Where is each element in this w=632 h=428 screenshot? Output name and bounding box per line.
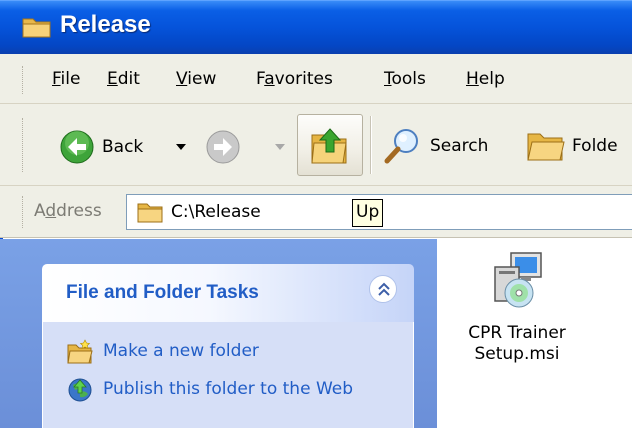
menu-edit[interactable]: Edit (107, 69, 140, 89)
folder-icon (137, 203, 163, 223)
standard-toolbar: Back Search Folde (0, 104, 632, 186)
chevron-up-icon (378, 282, 390, 296)
up-folder-icon (311, 128, 347, 164)
toolbar-separator (370, 116, 372, 174)
search-label: Search (430, 136, 489, 156)
folders-label: Folde (572, 136, 618, 156)
back-arrow-icon (60, 130, 94, 164)
publish-folder-label: Publish this folder to the Web (103, 379, 354, 399)
task-pane: File and Folder Tasks Make a new folder (0, 239, 437, 428)
forward-arrow-icon (206, 130, 240, 164)
address-value: C:\Release (171, 202, 261, 222)
search-icon (384, 129, 418, 164)
search-button[interactable]: Search (382, 126, 488, 166)
up-tooltip: Up (352, 199, 384, 227)
address-label: Address (34, 201, 102, 221)
menu-favorites[interactable]: Favorites (256, 69, 333, 89)
tasks-header[interactable]: File and Folder Tasks (42, 264, 414, 322)
menu-tools[interactable]: Tools (384, 69, 426, 89)
menu-help[interactable]: Help (466, 69, 505, 89)
make-new-folder-label: Make a new folder (103, 341, 259, 361)
title-bar[interactable]: Release (0, 0, 632, 54)
file-item[interactable]: CPR Trainer Setup.msi (437, 249, 597, 365)
back-dropdown-icon[interactable] (176, 144, 186, 150)
toolbar-grip[interactable] (22, 118, 25, 172)
msi-installer-icon (494, 252, 542, 308)
file-name: CPR Trainer Setup.msi (468, 323, 566, 364)
folders-icon (527, 133, 565, 161)
menubar-grip[interactable] (22, 66, 25, 94)
folder-icon (22, 18, 51, 38)
menu-view[interactable]: View (176, 69, 216, 89)
back-label: Back (102, 137, 144, 157)
publish-folder-link[interactable]: Publish this folder to the Web (67, 377, 357, 403)
make-new-folder-link[interactable]: Make a new folder (67, 339, 259, 365)
addressbar-grip[interactable] (22, 196, 25, 228)
address-bar: Address C:\Release (0, 186, 632, 238)
new-folder-icon (67, 339, 93, 364)
menu-bar: File Edit View Favorites Tools Help (0, 54, 632, 104)
file-list-view[interactable]: CPR Trainer Setup.msi (437, 239, 632, 428)
window-title: Release (60, 11, 151, 38)
publish-web-icon (68, 378, 92, 402)
back-button[interactable]: Back (60, 130, 143, 164)
tasks-body: Make a new folder Publish this folder to… (42, 322, 414, 428)
menu-file[interactable]: File (52, 69, 80, 89)
folders-button[interactable]: Folde (526, 128, 618, 164)
forward-button[interactable] (206, 130, 240, 164)
up-button[interactable] (297, 114, 363, 176)
collapse-button[interactable] (369, 275, 397, 303)
file-folder-tasks-panel: File and Folder Tasks Make a new folder (42, 264, 414, 428)
tasks-title: File and Folder Tasks (66, 282, 259, 303)
forward-dropdown-icon[interactable] (275, 144, 285, 150)
